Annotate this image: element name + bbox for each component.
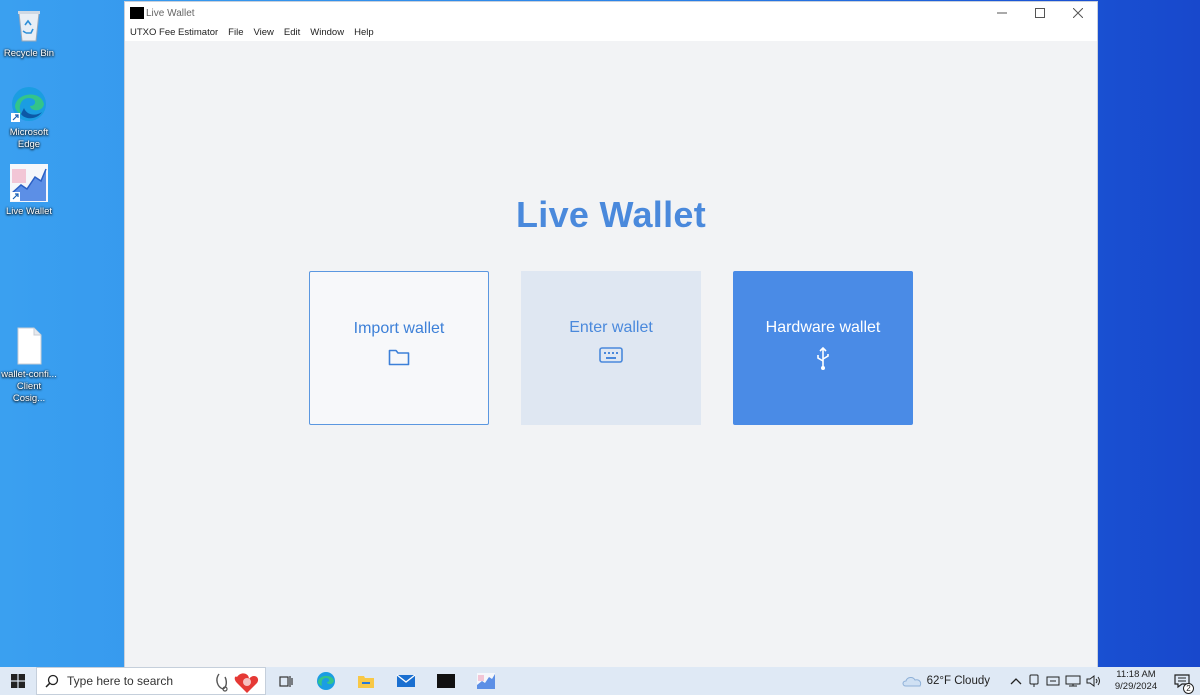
task-view-button[interactable]	[266, 667, 306, 695]
file-explorer-icon	[358, 676, 374, 688]
menu-item-file[interactable]: File	[228, 27, 243, 38]
desktop-icon-label: Live Wallet	[5, 206, 53, 217]
menu-item-window[interactable]: Window	[310, 27, 344, 38]
maximize-icon	[1035, 8, 1045, 18]
hardware-wallet-button[interactable]: Hardware wallet	[733, 271, 913, 425]
window-titlebar[interactable]: Live Wallet	[125, 2, 1097, 24]
taskbar: Type here to search 62°F Cloudy 11:18 AM…	[0, 667, 1200, 695]
edge-icon	[9, 84, 49, 124]
meet-now-icon[interactable]	[1028, 674, 1040, 688]
windows-logo-icon	[11, 674, 25, 688]
minimize-button[interactable]	[983, 2, 1021, 24]
cloudy-weather-icon	[902, 677, 921, 687]
menu-item-help[interactable]: Help	[354, 27, 374, 38]
menu-item-utxo-fee-estimator[interactable]: UTXO Fee Estimator	[130, 27, 218, 38]
hardware-wallet-label: Hardware wallet	[765, 319, 881, 336]
desktop-icon-label: wallet-confi... Client Cosig...	[1, 369, 57, 404]
chevron-up-icon[interactable]	[1010, 676, 1022, 686]
recycle-bin-icon	[9, 5, 49, 45]
maximize-button[interactable]	[1021, 2, 1059, 24]
taskbar-file-explorer-button[interactable]	[346, 667, 386, 695]
taskbar-search-box[interactable]: Type here to search	[36, 667, 266, 695]
desktop-icon-recycle-bin[interactable]: Recycle Bin	[0, 5, 58, 60]
file-icon	[9, 326, 49, 366]
menu-bar: UTXO Fee Estimator File View Edit Window…	[125, 24, 1097, 41]
desktop-icon-label: Microsoft Edge	[9, 127, 49, 150]
desktop-icon-live-wallet[interactable]: Live Wallet	[0, 163, 58, 218]
live-wallet-app-icon	[9, 163, 49, 203]
task-view-icon	[279, 676, 293, 687]
keyboard-icon	[599, 347, 623, 363]
menu-item-edit[interactable]: Edit	[284, 27, 300, 38]
enter-wallet-button[interactable]: Enter wallet	[521, 271, 701, 425]
enter-wallet-label: Enter wallet	[569, 319, 653, 336]
close-button[interactable]	[1059, 2, 1097, 24]
edge-icon	[317, 672, 335, 690]
network-icon[interactable]	[1065, 675, 1081, 687]
usb-icon	[817, 347, 829, 370]
main-content: Live Wallet Import wallet Enter wallet H…	[125, 41, 1097, 667]
search-placeholder: Type here to search	[67, 674, 174, 688]
import-wallet-button[interactable]: Import wallet	[309, 271, 489, 425]
desktop-icon-wallet-config-file[interactable]: wallet-confi... Client Cosig...	[0, 326, 58, 405]
clock[interactable]: 11:18 AM 9/29/2024	[1108, 669, 1164, 693]
window-app-icon	[130, 7, 144, 19]
search-icon	[45, 674, 59, 688]
clock-time: 11:18 AM	[1116, 669, 1156, 680]
desktop-icon-edge[interactable]: Microsoft Edge	[0, 84, 58, 151]
window-title: Live Wallet	[146, 7, 195, 19]
system-tray: 62°F Cloudy 11:18 AM 9/29/2024 2	[901, 667, 1200, 695]
close-icon	[1073, 8, 1083, 18]
clock-date: 9/29/2024	[1114, 681, 1158, 692]
start-button[interactable]	[0, 667, 36, 695]
notification-center-button[interactable]: 2	[1164, 667, 1200, 695]
live-wallet-app-icon	[477, 673, 495, 689]
terminal-icon	[437, 674, 455, 688]
volume-icon[interactable]	[1086, 675, 1102, 687]
pen-workspace-icon[interactable]	[1046, 675, 1060, 687]
taskbar-mail-button[interactable]	[386, 667, 426, 695]
taskbar-edge-button[interactable]	[306, 667, 346, 695]
desktop-icon-label: Recycle Bin	[3, 48, 55, 59]
menu-item-view[interactable]: View	[253, 27, 273, 38]
import-wallet-label: Import wallet	[353, 320, 445, 337]
mail-icon	[396, 674, 416, 687]
app-window: Live Wallet UTXO Fee Estimator File View…	[124, 1, 1098, 668]
notification-count-badge: 2	[1183, 683, 1194, 694]
taskbar-terminal-button[interactable]	[426, 667, 466, 695]
taskbar-live-wallet-button[interactable]	[466, 667, 506, 695]
page-title: Live Wallet	[515, 194, 706, 235]
minimize-icon	[997, 12, 1007, 14]
folder-icon	[388, 349, 410, 366]
weather-text[interactable]: 62°F Cloudy	[927, 675, 990, 687]
search-highlight-icon	[216, 673, 259, 693]
